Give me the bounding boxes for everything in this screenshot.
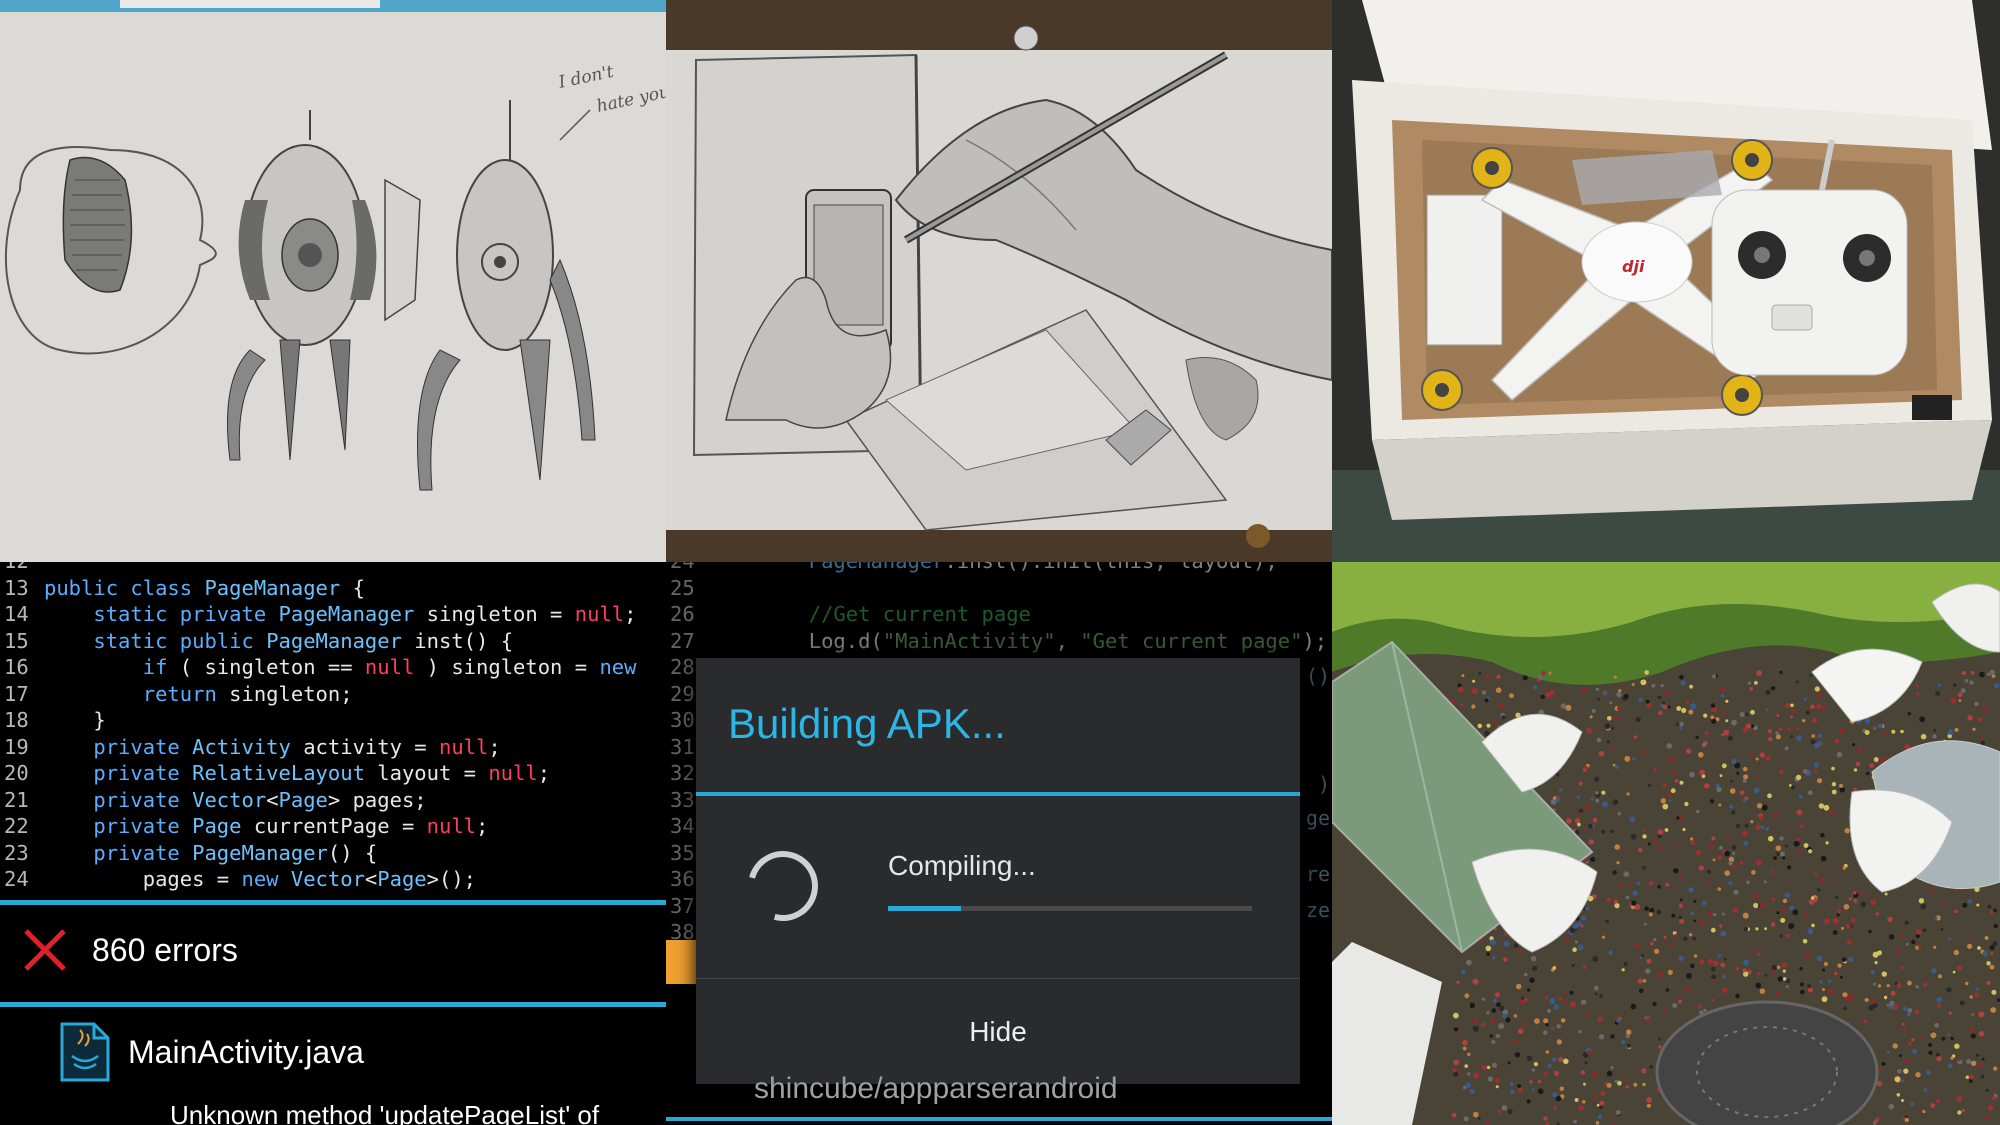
code-line: 23 private PageManager() { [0, 840, 666, 867]
line-number: 25 [670, 575, 695, 600]
code-line: 15 static public PageManager inst() { [0, 628, 666, 655]
code-line: 18 } [0, 707, 666, 734]
build-dialog: Building APK... Compiling... Hide [696, 658, 1300, 1084]
progress-bar [888, 906, 1252, 911]
error-message: Unknown method 'updatePageList' of [170, 1100, 600, 1125]
panel-divider-2 [0, 1002, 666, 1007]
code-line: 13 public class PageManager { [0, 575, 666, 602]
line-number: 22 [4, 814, 29, 838]
code-line: 22 private Page currentPage = null; [0, 813, 666, 840]
code-line: 17 return singleton; [0, 681, 666, 708]
background-code-fragment: () [1305, 664, 1330, 688]
progress-bar-fill [888, 906, 961, 911]
status-project-path: shincube/appparserandroid [754, 1072, 1118, 1105]
drone-box-photo: dji [1332, 0, 2000, 562]
line-number: 24 [666, 562, 710, 575]
java-file-icon [60, 1022, 110, 1082]
line-number: 13 [4, 575, 29, 600]
line-number: 19 [4, 734, 29, 759]
line-number: 17 [4, 681, 29, 706]
error-file-row[interactable]: MainActivity.java [0, 1020, 666, 1084]
code-line: 26 //Get current page [666, 601, 1332, 628]
line-number: 27 [670, 628, 695, 653]
background-code-fragment: re [1305, 862, 1330, 886]
background-code-fragment: ze [1305, 898, 1330, 922]
code-line: 16 if ( singleton == null ) singleton = … [0, 654, 666, 681]
bottom-accent-line [666, 1117, 1332, 1121]
line-number: 14 [4, 602, 29, 626]
line-number: 23 [4, 840, 29, 865]
line-number: 15 [4, 628, 29, 653]
sketch-hand-phone-photo [666, 0, 1332, 562]
line-number: 24 [4, 867, 29, 891]
errors-summary-row[interactable]: 860 errors [0, 920, 666, 980]
background-code-fragment: ) [1317, 772, 1330, 796]
hide-button[interactable]: Hide [696, 979, 1300, 1084]
line-number: 18 [4, 708, 29, 732]
sketch-turrets-photo: I don't hate you [0, 0, 666, 562]
code-line: 24 pages = new Vector<Page>(); [0, 866, 666, 893]
aerial-crowd-photo [1332, 562, 2000, 1125]
dialog-title-divider [696, 792, 1300, 796]
panel-divider [0, 900, 666, 905]
line-number: 21 [4, 787, 29, 812]
code-line: 21 private Vector<Page> pages; [0, 787, 666, 814]
code-listing: 1213public class PageManager {14 static … [0, 562, 666, 893]
line-number: 20 [4, 761, 29, 785]
code-line: 24 PageManager.inst().init(this, layout)… [666, 562, 1332, 575]
dialog-message: Compiling... [888, 850, 1036, 881]
dialog-title: Building APK... [728, 700, 1006, 747]
line-number: 26 [670, 602, 695, 626]
code-line: 25 [666, 575, 1332, 602]
code-line: 20 private RelativeLayout layout = null; [0, 760, 666, 787]
line-number: 12 [0, 562, 44, 575]
line-number: 16 [4, 655, 29, 679]
error-file-name: MainActivity.java [128, 1033, 364, 1070]
build-screen: 24 PageManager.inst().init(this, layout)… [666, 562, 1332, 1125]
background-code-fragment: ge [1305, 806, 1330, 830]
code-line: 19 private Activity activity = null; [0, 734, 666, 761]
code-line: 14 static private PageManager singleton … [0, 601, 666, 628]
error-x-icon [24, 929, 66, 971]
loading-spinner-icon [735, 838, 831, 934]
code-line: 27 Log.d("MainActivity", "Get current pa… [666, 628, 1332, 655]
errors-count-label: 860 errors [92, 931, 238, 968]
code-editor-panel: 1213public class PageManager {14 static … [0, 562, 666, 1125]
svg-text:dji: dji [1622, 257, 1645, 276]
code-line: 12 [0, 562, 666, 575]
